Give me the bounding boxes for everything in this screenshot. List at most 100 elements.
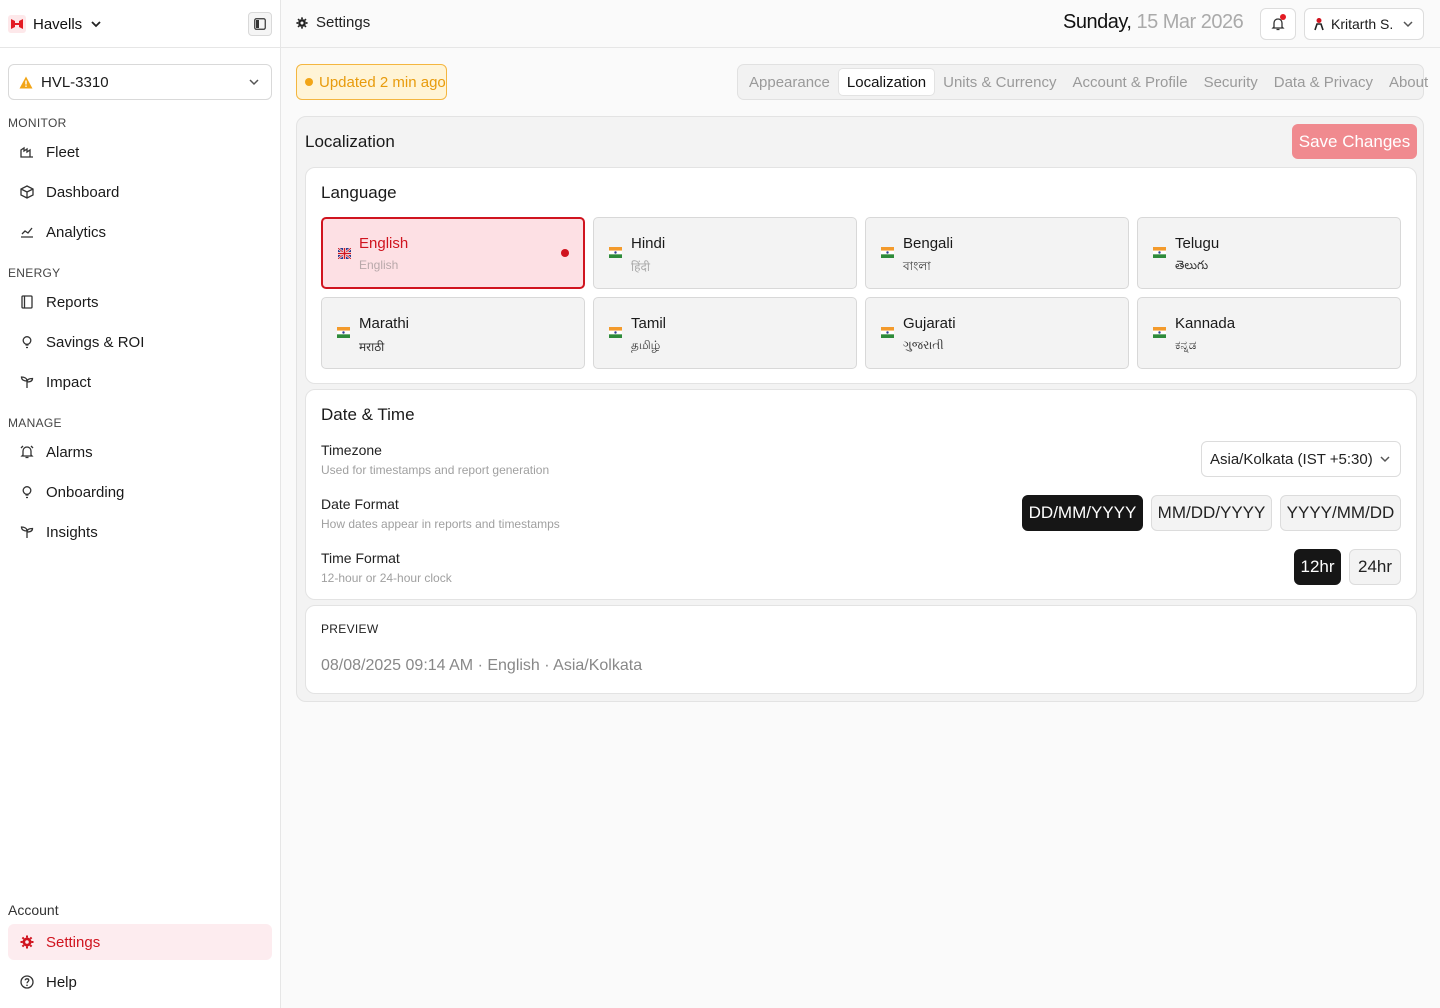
- time-format-label: Time Format: [321, 550, 400, 566]
- warning-icon: [19, 76, 33, 88]
- time-format-description: 12-hour or 24-hour clock: [321, 571, 452, 585]
- tab-account-profile[interactable]: Account & Profile: [1065, 68, 1196, 96]
- notification-dot: [1280, 14, 1286, 20]
- preview-text: 08/08/2025 09:14 AM · English · Asia/Kol…: [321, 657, 643, 674]
- current-date-value: 15 Mar 2026: [1136, 11, 1244, 33]
- sidebar-item-settings[interactable]: Settings: [8, 924, 272, 960]
- section-label-monitor: MONITOR: [8, 116, 67, 130]
- sidebar-item-label: Savings & ROI: [46, 333, 145, 351]
- timezone-select-value: Asia/Kolkata (IST +5:30): [1210, 450, 1373, 468]
- language-title: Language: [321, 183, 397, 202]
- language-native-name: தமிழ்: [631, 338, 661, 352]
- status-dot: [305, 78, 313, 86]
- breadcrumb: Settings: [296, 14, 370, 31]
- sidebar-item-label: Onboarding: [46, 483, 125, 501]
- india-flag-icon: [1153, 247, 1166, 258]
- language-option-telugu[interactable]: Telugu తెలుగు: [1137, 217, 1401, 289]
- language-name: Tamil: [631, 315, 667, 332]
- date-format-option-yyyy-mm-dd[interactable]: YYYY/MM/DD: [1280, 495, 1401, 531]
- updated-status-badge: Updated 2 min ago: [296, 64, 447, 100]
- india-flag-icon: [881, 327, 894, 338]
- language-native-name: मराठी: [359, 340, 385, 354]
- sidebar-panel-icon: [254, 18, 266, 30]
- language-name: English: [359, 235, 409, 252]
- chevron-down-icon: [249, 79, 259, 86]
- timezone-select[interactable]: Asia/Kolkata (IST +5:30): [1201, 441, 1401, 477]
- sidebar-item-label: Dashboard: [46, 183, 120, 201]
- language-option-marathi[interactable]: Marathi मराठी: [321, 297, 585, 369]
- sidebar-item-label: Fleet: [46, 143, 80, 161]
- device-select[interactable]: HVL-3310: [8, 64, 272, 100]
- sidebar-item-label: Help: [46, 973, 77, 991]
- preview-card: PREVIEW 08/08/2025 09:14 AM · English · …: [305, 605, 1417, 694]
- help-circle-icon: [20, 975, 34, 989]
- tab-appearance[interactable]: Appearance: [741, 68, 838, 96]
- india-flag-icon: [609, 327, 622, 338]
- tab-security[interactable]: Security: [1196, 68, 1266, 96]
- brand-switcher[interactable]: Havells: [8, 12, 103, 36]
- cube-icon: [20, 185, 34, 199]
- save-changes-button[interactable]: Save Changes: [1292, 124, 1417, 159]
- date-format-option-dd-mm-yyyy[interactable]: DD/MM/YYYY: [1022, 495, 1143, 531]
- user-menu-button[interactable]: Kritarth S.: [1304, 8, 1424, 40]
- language-name: Kannada: [1175, 315, 1236, 332]
- sidebar-item-label: Alarms: [46, 443, 93, 461]
- india-flag-icon: [609, 247, 622, 258]
- sidebar-item-fleet[interactable]: Fleet: [8, 134, 272, 170]
- section-label-energy: ENERGY: [8, 266, 61, 280]
- sidebar-item-alarms[interactable]: Alarms: [8, 434, 272, 470]
- lightbulb-icon: [22, 486, 32, 499]
- chevron-down-icon: [1380, 456, 1390, 463]
- tab-data-privacy[interactable]: Data & Privacy: [1266, 68, 1381, 96]
- chart-icon: [21, 227, 33, 238]
- language-native-name: বাংলা: [903, 259, 931, 273]
- language-option-bengali[interactable]: Bengali বাংলা: [865, 217, 1129, 289]
- sidebar-item-dashboard[interactable]: Dashboard: [8, 174, 272, 210]
- sidebar-item-reports[interactable]: Reports: [8, 284, 272, 320]
- sidebar-item-impact[interactable]: Impact: [8, 364, 272, 400]
- language-name: Bengali: [903, 235, 954, 252]
- sidebar-item-savings-roi[interactable]: Savings & ROI: [8, 324, 272, 360]
- tab-units-currency[interactable]: Units & Currency: [935, 68, 1064, 96]
- tab-about[interactable]: About: [1381, 68, 1436, 96]
- sidebar-divider: [0, 47, 281, 48]
- notifications-button[interactable]: [1260, 8, 1296, 40]
- date-format-option-mm-dd-yyyy[interactable]: MM/DD/YYYY: [1151, 495, 1272, 531]
- sidebar-item-help[interactable]: Help: [8, 964, 272, 1000]
- date-time-card: Date & Time Timezone Used for timestamps…: [305, 389, 1417, 600]
- language-name: Gujarati: [903, 315, 956, 332]
- device-select-value: HVL-3310: [41, 73, 109, 91]
- language-option-kannada[interactable]: Kannada ಕನ್ನಡ: [1137, 297, 1401, 369]
- havells-logo-icon: [8, 15, 26, 33]
- sidebar-item-label: Impact: [46, 373, 92, 391]
- chevron-down-icon: [1403, 21, 1413, 28]
- lightbulb-icon: [22, 336, 32, 349]
- current-day: Sunday,: [1063, 11, 1132, 33]
- sidebar-item-label: Reports: [46, 293, 99, 311]
- language-option-tamil[interactable]: Tamil தமிழ்: [593, 297, 857, 369]
- avatar-icon: [1314, 18, 1324, 31]
- date-format-label: Date Format: [321, 496, 399, 512]
- language-option-hindi[interactable]: Hindi हिंदी: [593, 217, 857, 289]
- language-native-name: తెలుగు: [1175, 258, 1209, 272]
- language-option-english[interactable]: English English: [321, 217, 585, 289]
- section-label-account: Account: [8, 902, 59, 918]
- language-option-gujarati[interactable]: Gujarati ગુજરાતી: [865, 297, 1129, 369]
- sidebar-item-analytics[interactable]: Analytics: [8, 214, 272, 250]
- sidebar-item-onboarding[interactable]: Onboarding: [8, 474, 272, 510]
- time-format-option-12hr[interactable]: 12hr: [1294, 549, 1341, 585]
- sidebar-toggle-button[interactable]: [248, 12, 272, 36]
- selected-indicator: [561, 249, 569, 257]
- settings-tabs: Appearance Localization Units & Currency…: [737, 64, 1428, 100]
- sprout-icon: [20, 376, 34, 388]
- sidebar-item-insights[interactable]: Insights: [8, 514, 272, 550]
- sidebar: Havells HVL-3310 MONITOR Fleet Dashboard…: [0, 0, 281, 1008]
- localization-panel: Localization Save Changes Language Engli…: [296, 116, 1424, 702]
- gear-icon: [20, 935, 34, 949]
- current-date: Sunday, 15 Mar 2026: [1063, 11, 1244, 34]
- tab-localization[interactable]: Localization: [837, 68, 936, 96]
- alarm-bell-icon: [20, 445, 34, 459]
- date-time-title: Date & Time: [321, 405, 415, 424]
- user-name: Kritarth S.: [1331, 16, 1394, 32]
- time-format-option-24hr[interactable]: 24hr: [1349, 549, 1401, 585]
